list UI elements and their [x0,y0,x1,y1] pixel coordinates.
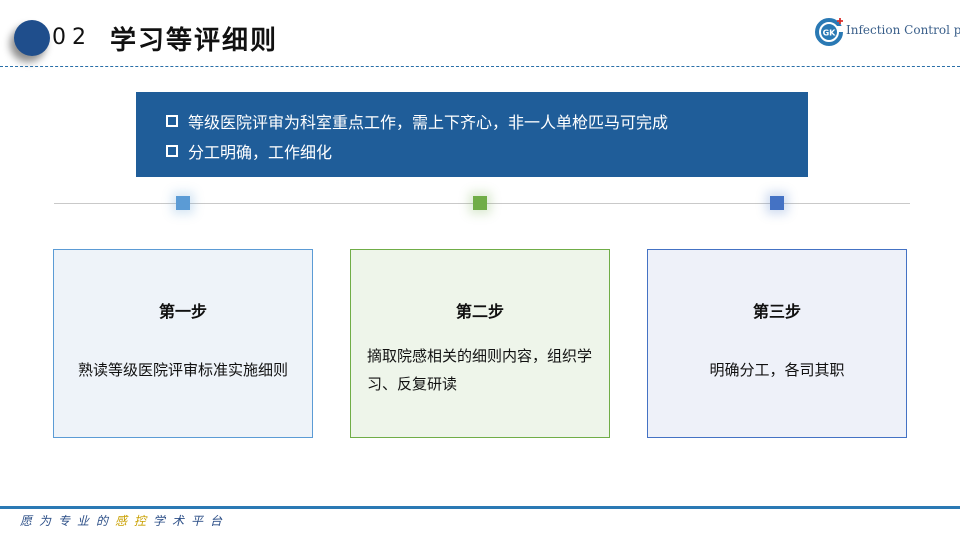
section-number: 02 [52,25,92,50]
page-title: 学习等评细则 [110,26,279,56]
timeline-node-step-3 [770,196,784,210]
banner-item: 等级医院评审为科室重点工作，需上下齐心，非一人单枪匹马可完成 [166,106,808,136]
banner-item: 分工明确，工作细化 [166,136,808,166]
step-description: 摘取院感相关的细则内容，组织学习、反复研读 [367,347,593,393]
logo-text: Infection Control plus [846,23,960,37]
banner-item-text: 等级医院评审为科室重点工作，需上下齐心，非一人单枪匹马可完成 [188,113,669,132]
footer-slogan-part1: 愿为专业的 [20,514,116,528]
logo-mark-text: GK [823,29,837,38]
step-description: 明确分工，各司其职 [709,361,845,379]
square-bullet-icon [166,115,178,127]
step-card-3: 第三步 明确分工，各司其职 [647,249,907,438]
footer-slogan-highlight: 感控 [115,514,154,528]
step-card-2: 第二步 摘取院感相关的细则内容，组织学习、反复研读 [350,249,610,438]
step-title: 第一步 [158,302,207,321]
footer-slogan-part2: 学术平台 [153,514,230,528]
header-divider [0,66,960,67]
step-description: 熟读等级医院评审标准实施细则 [77,361,288,379]
timeline-node-step-1 [176,196,190,210]
brand-logo: GK Infection Control plus [814,14,960,48]
step-title: 第二步 [455,302,504,321]
footer-slogan: 愿为专业的感控学术平台 [20,512,229,529]
gk-logo-icon: GK [815,18,844,46]
footer-divider [0,506,960,509]
summary-banner: 等级医院评审为科室重点工作，需上下齐心，非一人单枪匹马可完成 分工明确，工作细化 [136,92,808,177]
square-bullet-icon [166,145,178,157]
step-card-1: 第一步 熟读等级医院评审标准实施细则 [53,249,313,438]
timeline-node-step-2 [473,196,487,210]
section-number-circle [14,20,50,56]
banner-item-text: 分工明确，工作细化 [188,143,333,162]
step-title: 第三步 [752,302,801,321]
